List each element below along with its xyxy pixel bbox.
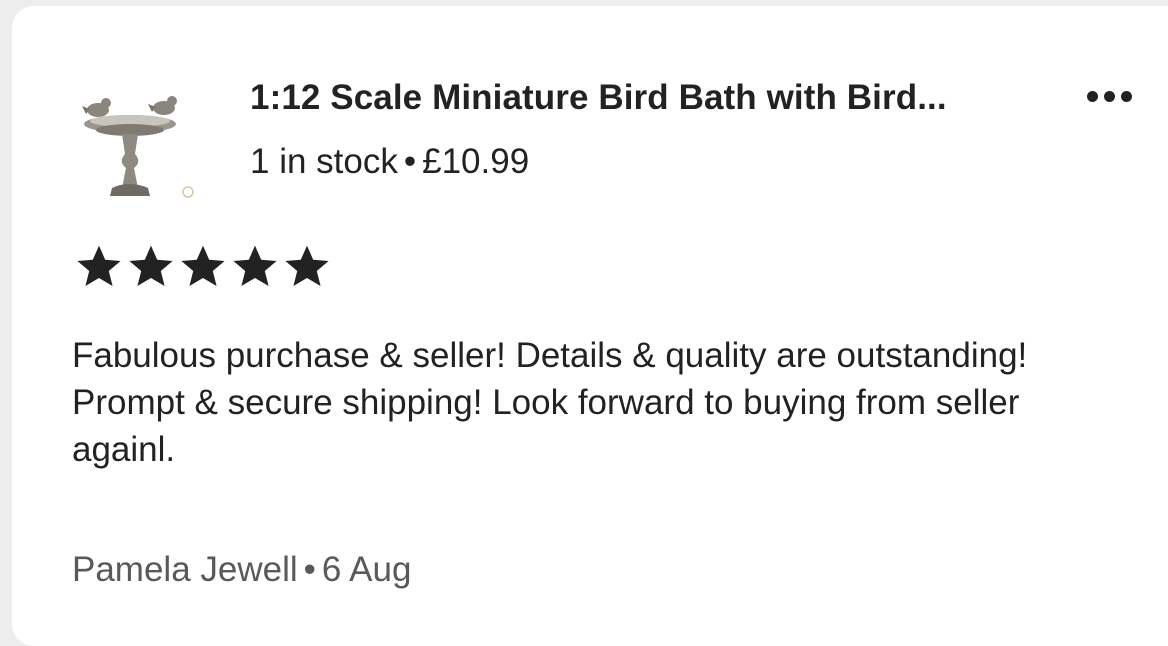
- star-icon: [129, 245, 173, 286]
- more-options-icon[interactable]: [1074, 78, 1144, 114]
- listing-title[interactable]: 1:12 Scale Miniature Bird Bath with Bird…: [250, 78, 947, 118]
- more-dot: [1120, 90, 1132, 102]
- listing-meta: 1 in stock • £10.99: [250, 142, 529, 182]
- more-dot: [1086, 90, 1098, 102]
- meta-separator: •: [403, 142, 417, 181]
- reviewer-name: Pamela Jewell: [72, 550, 298, 589]
- star-rating: [74, 242, 332, 290]
- star-icon: [77, 245, 121, 286]
- listing-price: £10.99: [422, 142, 530, 181]
- stock-count: 1 in stock: [250, 142, 398, 181]
- byline-separator: •: [303, 550, 316, 589]
- more-dot: [1103, 90, 1115, 102]
- star-icon: [233, 245, 277, 286]
- review-card: 1:12 Scale Miniature Bird Bath with Bird…: [12, 6, 1168, 646]
- product-thumbnail[interactable]: [72, 84, 208, 204]
- star-icon: [181, 245, 225, 286]
- star-icon: [285, 245, 329, 286]
- review-text: Fabulous purchase & seller! Details & qu…: [72, 336, 1028, 469]
- review-byline: Pamela Jewell • 6 Aug: [72, 550, 411, 590]
- review-date: 6 Aug: [321, 550, 412, 589]
